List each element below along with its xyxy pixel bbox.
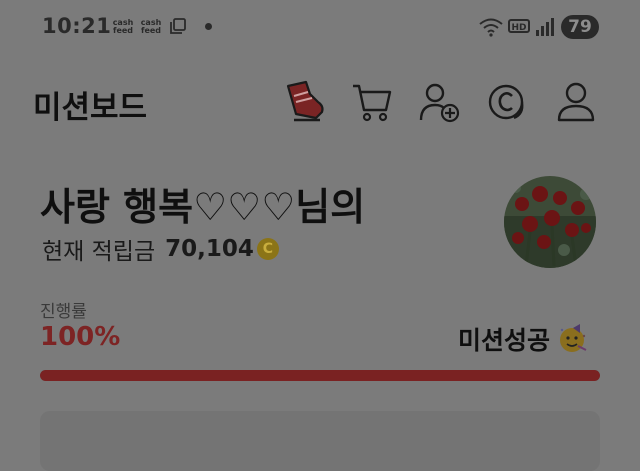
coin-icon: C bbox=[256, 238, 279, 260]
wifi-icon bbox=[479, 18, 503, 37]
balance-value: 70,104 bbox=[165, 236, 254, 262]
coin-c-icon[interactable] bbox=[486, 80, 530, 124]
page-title: 미션보드 bbox=[33, 90, 148, 126]
mission-status-text: 미션성공 bbox=[458, 326, 551, 355]
signal-icon bbox=[536, 18, 554, 36]
battery-indicator: 79 bbox=[561, 15, 599, 39]
mission-status: 미션성공 bbox=[458, 321, 588, 357]
balance-row: 현재 적립금 70,104 C bbox=[42, 232, 279, 266]
status-time: 10:21 bbox=[42, 14, 112, 38]
mission-card[interactable] bbox=[40, 411, 600, 471]
progress-label: 진행률 bbox=[40, 302, 87, 322]
party-face-icon bbox=[560, 324, 587, 352]
cashfeed-notification-icon-2: cash feed bbox=[138, 19, 164, 36]
copy-icon bbox=[170, 18, 186, 34]
greeting-title: 사랑 행복♡♡♡님의 bbox=[40, 185, 366, 229]
progress-percent: 100% bbox=[40, 322, 121, 352]
add-user-icon[interactable] bbox=[418, 80, 462, 124]
cashfeed-badge-bottom: feed bbox=[112, 26, 134, 35]
notification-dot-icon bbox=[205, 23, 212, 30]
avatar[interactable] bbox=[504, 176, 596, 268]
hd-voice-icon: HD bbox=[508, 19, 530, 33]
shoe-icon[interactable] bbox=[282, 80, 326, 124]
balance-label: 현재 적립금 bbox=[42, 239, 156, 265]
user-icon[interactable] bbox=[554, 80, 598, 124]
cart-icon[interactable] bbox=[350, 80, 394, 124]
cashfeed-badge-bottom-2: feed bbox=[140, 26, 162, 35]
status-bar: 10:21 cash feed cash feed HD 79 bbox=[0, 0, 640, 58]
cashfeed-notification-icon: cash feed bbox=[110, 19, 136, 36]
progress-bar bbox=[40, 370, 600, 381]
progress-bar-fill bbox=[40, 370, 600, 381]
